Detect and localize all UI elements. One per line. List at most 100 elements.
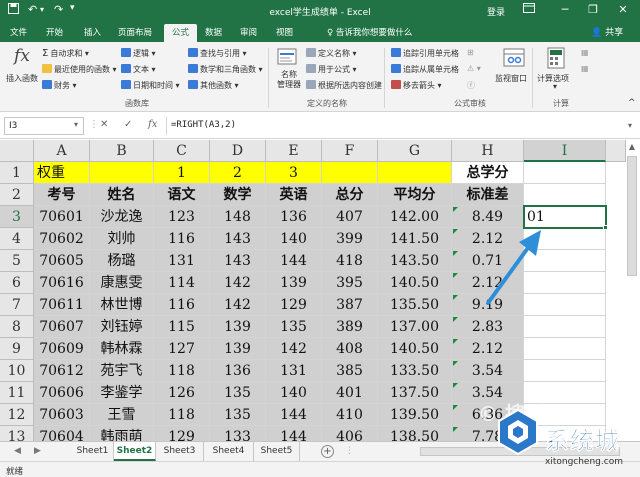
cell[interactable] (524, 338, 606, 360)
tab-insert[interactable]: 插入 (84, 26, 101, 38)
cell[interactable]: 韩雨萌 (90, 426, 154, 441)
cell-header[interactable]: 考号 (34, 184, 90, 206)
cell[interactable]: 70611 (34, 294, 90, 316)
cell[interactable]: 135 (210, 382, 266, 404)
watch-window-icon[interactable] (503, 47, 525, 69)
cell[interactable]: 123 (154, 206, 210, 228)
sheet-tab[interactable]: Sheet3 (156, 442, 204, 461)
cell[interactable]: 70607 (34, 316, 90, 338)
cell[interactable]: 2.12 (452, 272, 524, 294)
cell[interactable]: 137.50 (378, 382, 452, 404)
sheet-tab[interactable]: Sheet5 (254, 442, 300, 461)
cell[interactable]: 70606 (34, 382, 90, 404)
name-box-dropdown-icon[interactable]: ▾ (74, 120, 78, 129)
column-header-c[interactable]: C (154, 140, 210, 162)
insert-function-button[interactable]: 插入函数 (4, 73, 40, 84)
cell[interactable]: 139 (210, 338, 266, 360)
tab-data[interactable]: 数据 (205, 26, 222, 38)
column-header-a[interactable]: A (34, 140, 90, 162)
cell[interactable]: 140 (266, 228, 322, 250)
cell[interactable]: 389 (322, 316, 378, 338)
cell[interactable]: 407 (322, 206, 378, 228)
calculator-icon[interactable] (545, 47, 567, 69)
cell[interactable]: 70602 (34, 228, 90, 250)
cell[interactable]: 王雪 (90, 404, 154, 426)
cell[interactable]: 126 (154, 382, 210, 404)
datetime-button[interactable]: 日期和时间 ▾ (121, 80, 180, 91)
cell[interactable]: 399 (322, 228, 378, 250)
ribbon-display-icon[interactable] (520, 2, 538, 18)
create-from-selection-button[interactable]: 根据所选内容创建 (306, 80, 382, 91)
tab-file[interactable]: 文件 (10, 26, 27, 38)
maximize-icon[interactable]: ❐ (584, 2, 602, 18)
row-header-13[interactable]: 13 (0, 426, 34, 441)
cell[interactable]: 129 (154, 426, 210, 441)
tell-me-search[interactable]: ♀ 告诉我你想要做什么 (327, 26, 412, 38)
cell[interactable]: 138.50 (378, 426, 452, 441)
cell[interactable]: 148 (210, 206, 266, 228)
cell[interactable]: 70609 (34, 338, 90, 360)
row-header-12[interactable]: 12 (0, 404, 34, 426)
row-header-3[interactable]: 3 (0, 206, 34, 228)
cell[interactable]: 沙龙逸 (90, 206, 154, 228)
cell[interactable] (524, 184, 606, 206)
cell[interactable]: 118 (154, 404, 210, 426)
cell[interactable]: 144 (266, 404, 322, 426)
cell-weight-value[interactable]: 1 (154, 162, 210, 184)
cell[interactable]: 143 (210, 250, 266, 272)
minimize-icon[interactable]: ─ (556, 2, 574, 18)
row-header-10[interactable]: 10 (0, 360, 34, 382)
cell[interactable]: 116 (154, 228, 210, 250)
cell[interactable]: 135 (210, 404, 266, 426)
cell[interactable] (524, 250, 606, 272)
cell[interactable]: 142 (210, 272, 266, 294)
cell-header[interactable]: 总分 (322, 184, 378, 206)
cell[interactable]: 143 (210, 228, 266, 250)
cell-header[interactable]: 数学 (210, 184, 266, 206)
autosum-button[interactable]: Σ 自动求和 ▾ (42, 48, 89, 59)
row-header-4[interactable]: 4 (0, 228, 34, 250)
cell[interactable]: 140.50 (378, 272, 452, 294)
text-button[interactable]: 文本 ▾ (121, 64, 156, 75)
cell[interactable]: 385 (322, 360, 378, 382)
cell[interactable]: 139.50 (378, 404, 452, 426)
cell[interactable] (524, 294, 606, 316)
cell[interactable]: 406 (322, 426, 378, 441)
cell[interactable]: 127 (154, 338, 210, 360)
cell[interactable]: 131 (266, 360, 322, 382)
tab-review[interactable]: 审阅 (240, 26, 257, 38)
row-header-1[interactable]: 1 (0, 162, 34, 184)
fx-icon[interactable]: fx (148, 119, 157, 130)
cell[interactable]: 8.49 (452, 206, 524, 228)
cell[interactable]: 418 (322, 250, 378, 272)
cell[interactable]: 136 (266, 206, 322, 228)
cell[interactable]: 133.50 (378, 360, 452, 382)
cell[interactable]: 133 (210, 426, 266, 441)
cell[interactable]: 142 (210, 294, 266, 316)
column-header-i[interactable]: I (524, 140, 606, 162)
scroll-up-icon[interactable]: ▲ (626, 142, 638, 154)
cell[interactable] (524, 316, 606, 338)
trace-precedents-button[interactable]: 追踪引用单元格 (391, 48, 459, 59)
lookup-reference-button[interactable]: 查找与引用 ▾ (188, 48, 247, 59)
cell[interactable]: 129 (266, 294, 322, 316)
expand-formula-icon[interactable]: ▾ (628, 121, 632, 130)
cell[interactable]: 144 (266, 426, 322, 441)
cell[interactable]: 2.83 (452, 316, 524, 338)
row-header-2[interactable]: 2 (0, 184, 34, 206)
name-box[interactable]: I3 (4, 117, 84, 135)
next-sheet-icon[interactable]: ▶ (34, 446, 41, 456)
cell[interactable]: 408 (322, 338, 378, 360)
financial-button[interactable]: 财务 ▾ (42, 80, 77, 91)
cell[interactable]: 70612 (34, 360, 90, 382)
sheet-tab-active[interactable]: Sheet2 (114, 442, 156, 461)
remove-arrows-button[interactable]: 移去箭头 ▾ (391, 80, 442, 91)
cell[interactable]: 135.50 (378, 294, 452, 316)
cell-header[interactable]: 姓名 (90, 184, 154, 206)
cell-header[interactable]: 语文 (154, 184, 210, 206)
cell[interactable]: 9.19 (452, 294, 524, 316)
error-check-icon[interactable]: ⚠ ▾ (467, 64, 481, 73)
cell[interactable]: 3.54 (452, 360, 524, 382)
cell[interactable] (90, 162, 154, 184)
column-header-f[interactable]: F (322, 140, 378, 162)
